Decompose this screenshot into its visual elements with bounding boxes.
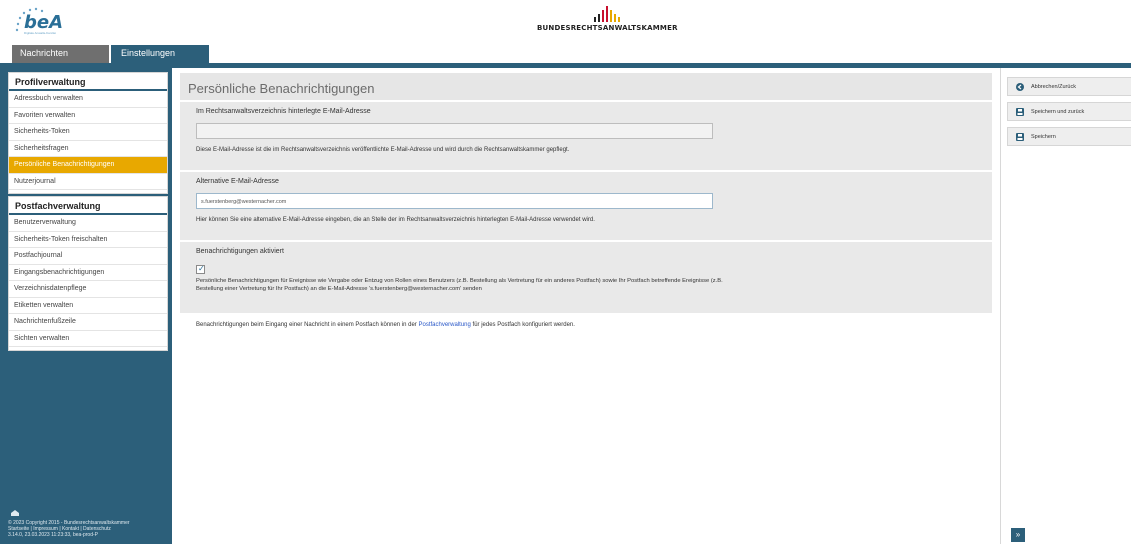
logo-subtitle: Digitale Anwalts-Kanzlei [24,31,57,35]
registered-email-hint: Diese E-Mail-Adresse ist die im Rechtsan… [196,147,570,153]
registered-email-field [196,123,713,139]
back-arrow-icon [1016,82,1024,91]
sidebar-item-sichten[interactable]: Sichten verwalten [9,331,167,347]
brand-name: BUNDESRECHTSANWALTSKAMMER [537,24,678,32]
sidebar-item-persoenliche-benachrichtigungen[interactable]: Persönliche Benachrichtigungen [9,157,167,174]
cancel-back-button[interactable]: Abbrechen/Zurück [1007,77,1131,96]
brak-brand: BUNDESRECHTSANWALTSKAMMER [537,6,677,32]
page-title: Persönliche Benachrichtigungen [180,73,992,100]
logo-text: beA [24,12,64,33]
home-icon[interactable] [10,509,20,517]
sidebar-item-sicherheitsfragen[interactable]: Sicherheitsfragen [9,141,167,157]
sidebar-item-etiketten[interactable]: Etiketten verwalten [9,298,167,314]
checkmark-icon: ✓ [198,264,205,273]
app-header: beA Digitale Anwalts-Kanzlei BUNDESRECHT… [0,0,1131,44]
sidebar: Profilverwaltung Adressbuch verwalten Fa… [0,68,172,544]
alternative-email-input[interactable]: s.fuerstenberg@westernacher.com [196,193,713,209]
alternative-email-section: Alternative E-Mail-Adresse s.fuerstenber… [180,172,992,240]
bea-logo[interactable]: beA Digitale Anwalts-Kanzlei [12,4,82,38]
notifications-checkbox[interactable]: ✓ [196,264,205,274]
postfach-menu-title: Postfachverwaltung [9,197,167,215]
profil-menu-title: Profilverwaltung [9,73,167,91]
save-icon [1016,107,1024,116]
alternative-email-label: Alternative E-Mail-Adresse [196,178,279,185]
sidebar-item-nutzerjournal[interactable]: Nutzerjournal [9,174,167,190]
profil-menu: Profilverwaltung Adressbuch verwalten Fa… [8,72,168,194]
save-and-back-button[interactable]: Speichern und zurück [1007,102,1131,121]
action-panel: Abbrechen/Zurück Speichern und zurück Sp… [1000,68,1131,544]
postfachverwaltung-link[interactable]: Postfachverwaltung [418,322,470,328]
notifications-section: Benachrichtigungen aktiviert ✓ Persönlic… [180,242,992,313]
tab-einstellungen[interactable]: Einstellungen [111,45,209,63]
sidebar-item-eingangsbenachrichtigungen[interactable]: Eingangsbenachrichtigungen [9,265,167,281]
sidebar-item-adressbuch[interactable]: Adressbuch verwalten [9,91,167,108]
postfach-menu: Postfachverwaltung Benutzerverwaltung Si… [8,196,168,351]
note-prefix: Benachrichtigungen beim Eingang einer Na… [196,322,417,328]
sidebar-item-postfachjournal[interactable]: Postfachjournal [9,248,167,265]
registered-email-label: Im Rechtsanwaltsverzeichnis hinterlegte … [196,108,371,115]
notifications-description: Persönliche Benachrichtigungen für Ereig… [196,278,723,292]
cancel-back-label: Abbrechen/Zurück [1031,83,1076,90]
postfach-note: Benachrichtigungen beim Eingang einer Na… [180,322,992,328]
save-and-back-label: Speichern und zurück [1031,108,1085,115]
sidebar-footer: © 2023 Copyright 2015 - Bundesrechtsanwa… [8,520,130,538]
sidebar-item-favoriten[interactable]: Favoriten verwalten [9,108,167,124]
sidebar-item-token-freischalten[interactable]: Sicherheits-Token freischalten [9,232,167,248]
sidebar-item-benutzerverwaltung[interactable]: Benutzerverwaltung [9,215,167,232]
save-icon [1016,132,1024,141]
expand-panel-button[interactable]: » [1011,528,1025,542]
save-label: Speichern [1031,133,1056,140]
sidebar-item-nachrichtenfusszeile[interactable]: Nachrichtenfußzeile [9,314,167,331]
version-text: 3.14.0, 23.03.2023 11:23:33, bea-prod-P [8,532,98,538]
main-tabs: Nachrichten Einstellungen [12,45,209,63]
brak-bars-icon [537,6,677,22]
sidebar-item-sicherheits-token[interactable]: Sicherheits-Token [9,124,167,141]
sidebar-item-verzeichnisdatenpflege[interactable]: Verzeichnisdatenpflege [9,281,167,298]
main-content: Persönliche Benachrichtigungen Im Rechts… [180,73,992,328]
tab-nachrichten[interactable]: Nachrichten [12,45,109,63]
notifications-label: Benachrichtigungen aktiviert [196,248,284,255]
save-button[interactable]: Speichern [1007,127,1131,146]
note-suffix: für jedes Postfach konfiguriert werden. [472,322,575,328]
alternative-email-hint: Hier können Sie eine alternative E-Mail-… [196,217,595,223]
registered-email-section: Im Rechtsanwaltsverzeichnis hinterlegte … [180,102,992,170]
